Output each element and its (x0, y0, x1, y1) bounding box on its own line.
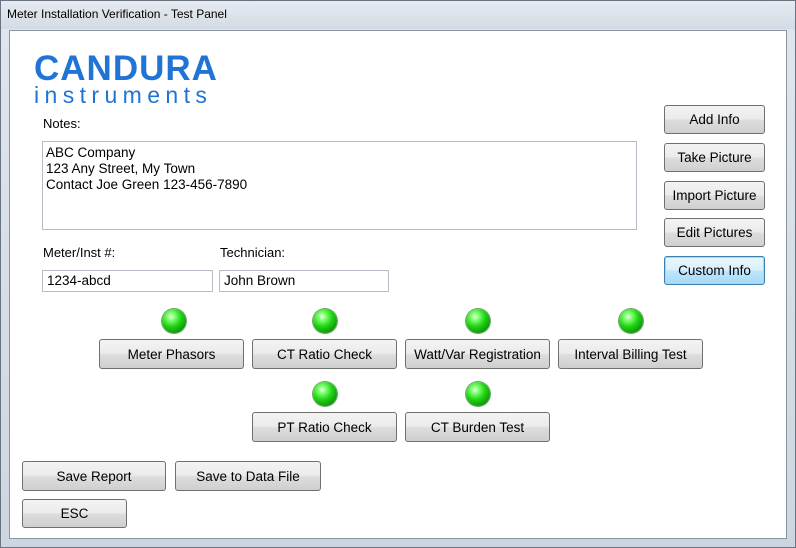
window-title: Meter Installation Verification - Test P… (7, 7, 227, 21)
save-report-button[interactable]: Save Report (22, 461, 166, 491)
save-to-data-file-button[interactable]: Save to Data File (175, 461, 321, 491)
meter-inst-input[interactable]: 1234-abcd (42, 270, 213, 292)
title-bar[interactable]: Meter Installation Verification - Test P… (1, 1, 795, 29)
esc-button[interactable]: ESC (22, 499, 127, 528)
interval-billing-test-button[interactable]: Interval Billing Test (558, 339, 703, 369)
take-picture-button[interactable]: Take Picture (664, 143, 765, 172)
meter-phasors-button[interactable]: Meter Phasors (99, 339, 244, 369)
technician-label: Technician: (220, 245, 286, 260)
notes-line: 123 Any Street, My Town (46, 161, 196, 176)
ct-burden-test-status-indicator (466, 382, 490, 406)
candura-logo: CANDURA instruments (34, 49, 218, 108)
logo-wordmark: CANDURA (34, 49, 218, 88)
ct-ratio-check-status-indicator (313, 309, 337, 333)
ct-burden-test-button[interactable]: CT Burden Test (405, 412, 550, 442)
watt-var-registration-button[interactable]: Watt/Var Registration (405, 339, 550, 369)
pt-ratio-check-button[interactable]: PT Ratio Check (252, 412, 397, 442)
test-panel: CANDURA instruments Notes: ABC Company 1… (9, 30, 787, 539)
pt-ratio-check-status-indicator (313, 382, 337, 406)
logo-subtitle: instruments (34, 82, 213, 108)
interval-billing-test-status-indicator (619, 309, 643, 333)
meter-inst-label: Meter/Inst #: (43, 245, 116, 260)
app-window: Meter Installation Verification - Test P… (0, 0, 796, 548)
ct-ratio-check-button[interactable]: CT Ratio Check (252, 339, 397, 369)
notes-line: Contact Joe Green 123-456-7890 (46, 177, 248, 192)
notes-textarea[interactable]: ABC Company 123 Any Street, My Town Cont… (42, 141, 637, 230)
watt-var-registration-status-indicator (466, 309, 490, 333)
add-info-button[interactable]: Add Info (664, 105, 765, 134)
technician-input[interactable]: John Brown (219, 270, 389, 292)
custom-info-button[interactable]: Custom Info (664, 256, 765, 285)
meter-phasors-status-indicator (162, 309, 186, 333)
notes-line: ABC Company (46, 145, 136, 160)
import-picture-button[interactable]: Import Picture (664, 181, 765, 210)
edit-pictures-button[interactable]: Edit Pictures (664, 218, 765, 247)
notes-label: Notes: (43, 116, 81, 131)
